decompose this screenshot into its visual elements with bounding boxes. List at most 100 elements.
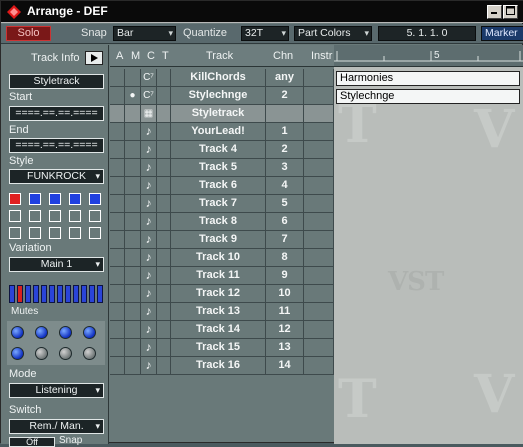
mute-cell[interactable]: ●: [125, 87, 141, 104]
pattern-cell[interactable]: [89, 193, 101, 205]
ruler[interactable]: 5: [334, 45, 523, 67]
track-instrument[interactable]: [304, 303, 334, 320]
marker-button[interactable]: Marker: [481, 26, 523, 41]
mute-toggle[interactable]: [9, 285, 15, 303]
mute-toggle[interactable]: [89, 285, 95, 303]
track-row[interactable]: ♪ Track 53: [110, 159, 334, 177]
track-name[interactable]: YourLead!: [171, 123, 266, 140]
time-lock-cell[interactable]: [157, 285, 171, 302]
track-channel[interactable]: 11: [266, 303, 304, 320]
time-lock-cell[interactable]: [157, 177, 171, 194]
maximize-button[interactable]: [503, 5, 518, 19]
part-colors-select[interactable]: Part Colors ▾: [294, 26, 372, 41]
column-c[interactable]: C: [147, 50, 155, 62]
mute-toggle[interactable]: [33, 285, 39, 303]
track-channel[interactable]: 7: [266, 231, 304, 248]
track-name[interactable]: Track 5: [171, 159, 266, 176]
column-track[interactable]: Track: [206, 50, 233, 62]
end-field[interactable]: ====.==.==.====: [9, 138, 104, 153]
knob[interactable]: [35, 347, 48, 360]
track-channel[interactable]: any: [266, 69, 304, 86]
track-channel[interactable]: 12: [266, 321, 304, 338]
track-name[interactable]: Track 9: [171, 231, 266, 248]
track-row[interactable]: ♪ Track 86: [110, 213, 334, 231]
switch-select[interactable]: Rem./ Man. ▾: [9, 419, 104, 434]
column-a[interactable]: A: [116, 50, 123, 62]
mode-select[interactable]: Listening ▾: [9, 383, 104, 398]
track-row[interactable]: ♪ Track 42: [110, 141, 334, 159]
pattern-cell[interactable]: [29, 227, 41, 239]
track-channel[interactable]: 1: [266, 123, 304, 140]
track-name-field[interactable]: Styletrack: [9, 74, 104, 89]
part-stylechnge[interactable]: Stylechnge: [336, 89, 520, 104]
track-row[interactable]: ♪ Track 16 14: [110, 357, 334, 375]
track-instrument[interactable]: [304, 213, 334, 230]
time-lock-cell[interactable]: [157, 303, 171, 320]
track-instrument[interactable]: [304, 87, 334, 104]
track-row[interactable]: ♪ Track 64: [110, 177, 334, 195]
off-button[interactable]: Off: [9, 437, 55, 447]
knob[interactable]: [83, 326, 96, 339]
time-lock-cell[interactable]: [157, 141, 171, 158]
mute-toggle[interactable]: [57, 285, 63, 303]
track-instrument[interactable]: [304, 141, 334, 158]
track-instrument[interactable]: [304, 249, 334, 266]
column-instr[interactable]: Instr: [311, 50, 332, 62]
track-row[interactable]: ♪ Track 11 9: [110, 267, 334, 285]
track-instrument[interactable]: [304, 321, 334, 338]
track-channel[interactable]: 6: [266, 213, 304, 230]
knob[interactable]: [11, 326, 24, 339]
pattern-cell[interactable]: [29, 193, 41, 205]
track-row[interactable]: ♪ Track 15 13: [110, 339, 334, 357]
track-channel[interactable]: 14: [266, 357, 304, 374]
track-name[interactable]: Track 10: [171, 249, 266, 266]
time-lock-cell[interactable]: [157, 87, 171, 104]
time-lock-cell[interactable]: [157, 69, 171, 86]
part-harmonies[interactable]: Harmonies: [336, 71, 520, 86]
track-channel[interactable]: 9: [266, 267, 304, 284]
mute-toggle[interactable]: [73, 285, 79, 303]
track-row[interactable]: C⁷ KillChords any: [110, 69, 334, 87]
track-instrument[interactable]: [304, 285, 334, 302]
track-row[interactable]: ♪ Track 14 12: [110, 321, 334, 339]
track-channel[interactable]: 13: [266, 339, 304, 356]
track-info-toggle[interactable]: [85, 51, 103, 65]
track-name[interactable]: Stylechnge: [171, 87, 266, 104]
track-instrument[interactable]: [304, 339, 334, 356]
pattern-cell[interactable]: [89, 210, 101, 222]
snap-select[interactable]: Bar ▾: [113, 26, 176, 41]
mute-toggle[interactable]: [49, 285, 55, 303]
minimize-button[interactable]: [487, 5, 502, 19]
mute-cell[interactable]: [125, 285, 141, 302]
track-row[interactable]: ♪ Track 10 8: [110, 249, 334, 267]
mute-cell[interactable]: [125, 69, 141, 86]
track-row[interactable]: ♪ Track 12 10: [110, 285, 334, 303]
time-lock-cell[interactable]: [157, 249, 171, 266]
track-instrument[interactable]: [304, 195, 334, 212]
mute-cell[interactable]: [125, 249, 141, 266]
mute-cell[interactable]: [125, 321, 141, 338]
style-select[interactable]: FUNKROCK ▾: [9, 169, 104, 184]
pattern-cell[interactable]: [29, 210, 41, 222]
time-lock-cell[interactable]: [157, 123, 171, 140]
track-row[interactable]: ● C⁷ Stylechnge 2: [110, 87, 334, 105]
mute-toggle[interactable]: [41, 285, 47, 303]
column-m[interactable]: M: [131, 50, 140, 62]
track-name[interactable]: Track 12: [171, 285, 266, 302]
knob[interactable]: [59, 347, 72, 360]
track-channel[interactable]: 5: [266, 195, 304, 212]
track-channel[interactable]: 3: [266, 159, 304, 176]
time-lock-cell[interactable]: [157, 105, 171, 122]
mute-cell[interactable]: [125, 159, 141, 176]
track-name[interactable]: Track 8: [171, 213, 266, 230]
time-lock-cell[interactable]: [157, 213, 171, 230]
mute-cell[interactable]: [125, 195, 141, 212]
position-display[interactable]: 5. 1. 1. 0: [378, 26, 476, 41]
track-name[interactable]: Track 4: [171, 141, 266, 158]
mute-cell[interactable]: [125, 123, 141, 140]
mute-cell[interactable]: [125, 177, 141, 194]
track-row[interactable]: ♪ Track 75: [110, 195, 334, 213]
track-name[interactable]: Styletrack: [171, 105, 266, 122]
track-channel[interactable]: 2: [266, 141, 304, 158]
track-row[interactable]: ♪ YourLead! 1: [110, 123, 334, 141]
